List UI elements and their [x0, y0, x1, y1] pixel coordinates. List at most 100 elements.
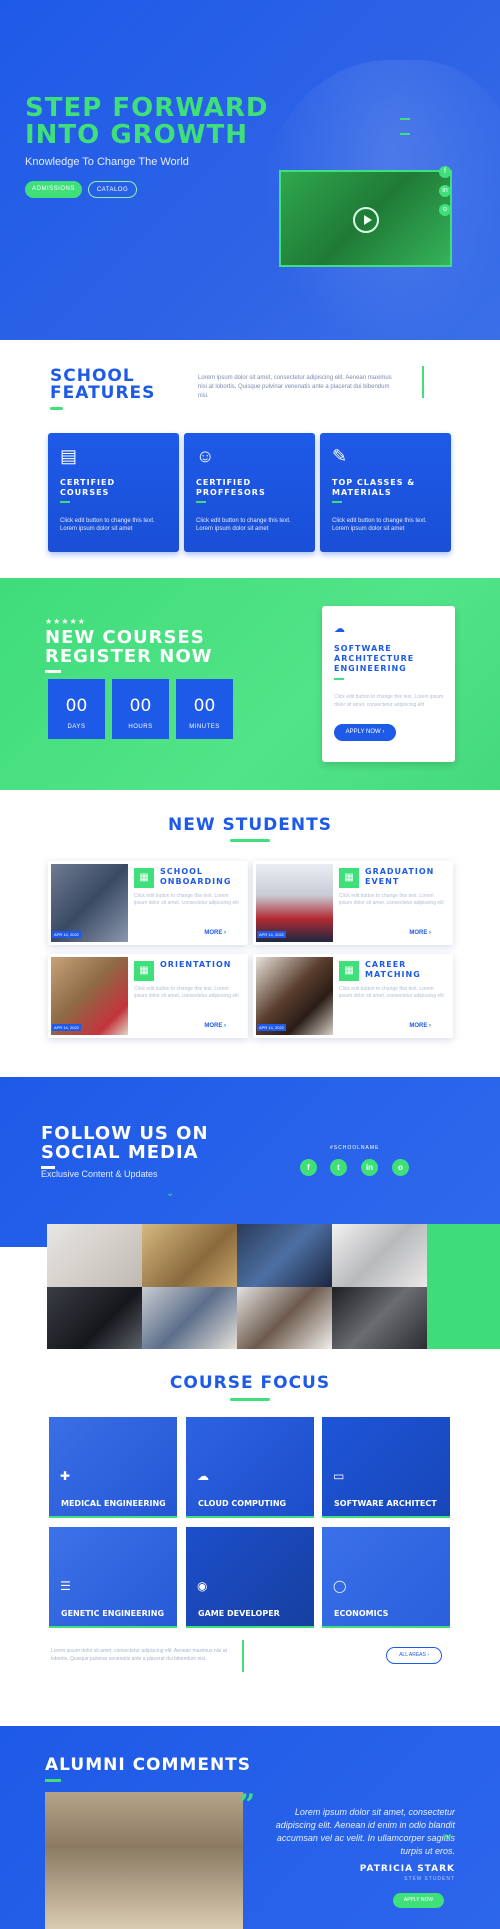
student-card-orientation[interactable]: APR 14, 2022 ▦ ORIENTATION Click edit bu… — [48, 954, 248, 1038]
play-icon[interactable] — [353, 207, 379, 233]
event-date: APR 14, 2022 — [52, 1024, 81, 1031]
countdown-label: HOURS — [128, 724, 153, 730]
course-focus-title: COURSE FOCUS — [169, 1373, 331, 1393]
photo-gallery — [47, 1224, 427, 1349]
focus-card-label: SOFTWARE ARCHITECT — [334, 1499, 437, 1508]
social-subtitle: Exclusive Content & Updates — [41, 1169, 158, 1179]
event-date: APR 14, 2022 — [257, 1024, 286, 1031]
gallery-photo[interactable] — [237, 1287, 332, 1349]
feature-card-title: CERTIFIED COURSES — [60, 478, 170, 498]
focus-card-accent — [49, 1516, 177, 1518]
calendar-icon: ▦ — [339, 961, 359, 981]
focus-card-medical-engineering[interactable]: ✚ MEDICAL ENGINEERING — [49, 1417, 177, 1518]
gallery-photo[interactable] — [142, 1287, 237, 1349]
countdown-label: DAYS — [67, 724, 86, 730]
course-card-title-line2: ARCHITECTURE — [334, 654, 415, 663]
student-card-title-line2: EVENT — [365, 877, 400, 886]
feature-card-certified-professors[interactable]: ☺ CERTIFIED PROFFESORS Click edit button … — [184, 433, 315, 552]
event-date: APR 14, 2022 — [257, 931, 286, 938]
feature-card-certified-courses[interactable]: ▤ CERTIFIED COURSES Click edit button to … — [48, 433, 179, 552]
feature-card-text: Click edit button to change this text. L… — [60, 518, 155, 532]
calendar-icon: ▦ — [339, 868, 359, 888]
more-link[interactable]: MORE › — [204, 930, 226, 936]
linkedin-icon[interactable]: in — [361, 1159, 378, 1176]
focus-card-cloud-computing[interactable]: ☁ CLOUD COMPUTING — [186, 1417, 314, 1518]
focus-card-label: CLOUD COMPUTING — [198, 1499, 287, 1508]
more-link[interactable]: MORE › — [409, 1023, 431, 1029]
gallery-photo[interactable] — [237, 1224, 332, 1287]
gallery-accent-block — [427, 1224, 500, 1349]
features-title-underline — [50, 407, 63, 410]
focus-card-label: GENETIC ENGINEERING — [61, 1609, 165, 1618]
plus-icon: ✚ — [60, 1469, 71, 1483]
hero-section: STEP FORWARD INTO GROWTH Knowledge To Ch… — [0, 0, 500, 340]
admissions-button[interactable]: ADMISSIONS — [25, 181, 82, 198]
focus-card-accent — [186, 1626, 314, 1628]
register-title-line1: NEW COURSES — [45, 627, 205, 648]
instagram-icon[interactable]: o — [439, 204, 451, 216]
hero-subtitle: Knowledge To Change The World — [25, 156, 189, 168]
chat-icon: ◯ — [333, 1579, 347, 1593]
chevron-down-icon[interactable]: ⌄ — [166, 1188, 174, 1199]
course-card-accent — [334, 678, 344, 680]
hero-title-line1: STEP FORWARD — [25, 93, 269, 123]
gallery-photo[interactable] — [142, 1224, 237, 1287]
course-card-title-line3: ENGINEERING — [334, 664, 407, 673]
alumni-section: ALUMNI COMMENTS ” Lorem ipsum dolor sit … — [0, 1726, 500, 1929]
more-link[interactable]: MORE › — [204, 1023, 226, 1029]
student-card-graduation[interactable]: APR 14, 2022 ▦ GRADUATION EVENT Click edi… — [253, 861, 453, 945]
feature-card-top-classes[interactable]: ✎ TOP CLASSES & MATERIALS Click edit butt… — [320, 433, 451, 552]
focus-card-genetic-engineering[interactable]: ☰ GENETIC ENGINEERING — [49, 1527, 177, 1628]
more-link[interactable]: MORE › — [409, 930, 431, 936]
hero-decor-dash — [400, 133, 410, 135]
gallery-photo[interactable] — [47, 1287, 142, 1349]
feature-card-accent — [332, 501, 342, 503]
alumni-photo — [45, 1792, 243, 1929]
feature-card-title: CERTIFIED PROFFESORS — [196, 478, 306, 498]
facebook-icon[interactable]: f — [439, 166, 451, 178]
feature-card-title-line2: MATERIALS — [332, 488, 392, 497]
alumni-role: STEM STUDENT — [404, 1876, 455, 1882]
alumni-apply-button[interactable]: APPLY NOW — [393, 1893, 444, 1908]
event-date: APR 14, 2022 — [52, 931, 81, 938]
student-card-onboarding[interactable]: APR 14, 2022 ▦ SCHOOL ONBOARDING Click ed… — [48, 861, 248, 945]
student-card-title-line2: MATCHING — [365, 970, 421, 979]
focus-card-economics[interactable]: ◯ ECONOMICS — [322, 1527, 450, 1628]
gallery-photo[interactable] — [47, 1224, 142, 1287]
apply-now-button[interactable]: APPLY NOW › — [334, 724, 396, 741]
alumni-name: PATRICIA STARK — [359, 1864, 455, 1874]
materials-icon: ✎ — [332, 446, 348, 466]
course-logo-icon: ☁ — [334, 623, 345, 635]
computer-icon: ▭ — [333, 1469, 345, 1483]
feature-card-title-line2: COURSES — [60, 488, 110, 497]
gallery-photo[interactable] — [332, 1287, 427, 1349]
hashtag-label: #SCHOOLNAME — [330, 1145, 380, 1151]
focus-card-label: MEDICAL ENGINEERING — [61, 1499, 166, 1508]
linkedin-icon[interactable]: in — [439, 185, 451, 197]
student-card-career[interactable]: APR 14, 2022 ▦ CAREER MATCHING Click edit… — [253, 954, 453, 1038]
quote-close-icon: “ — [442, 1831, 453, 1852]
instagram-icon[interactable]: o — [392, 1159, 409, 1176]
gallery-photo[interactable] — [332, 1224, 427, 1287]
feature-card-text: Click edit button to change this text. L… — [196, 518, 291, 532]
feature-card-title-line2: PROFFESORS — [196, 488, 266, 497]
focus-card-label: ECONOMICS — [334, 1609, 389, 1618]
catalog-button[interactable]: CATALOG — [88, 181, 137, 198]
social-title-line2: SOCIAL MEDIA — [41, 1142, 199, 1163]
twitter-icon[interactable]: t — [330, 1159, 347, 1176]
feature-card-title-line1: TOP CLASSES & — [332, 478, 416, 487]
register-section: ★★★★★ NEW COURSES REGISTER NOW 00 DAYS 00 H… — [0, 578, 500, 790]
facebook-icon[interactable]: f — [300, 1159, 317, 1176]
student-card-title-line1: SCHOOL — [160, 867, 204, 876]
hero-social-icons: f in o — [439, 166, 451, 223]
countdown-value: 00 — [129, 696, 152, 716]
video-thumbnail[interactable] — [279, 170, 452, 267]
all-areas-button[interactable]: ALL AREAS › — [386, 1647, 442, 1664]
countdown-value: 00 — [193, 696, 216, 716]
focus-card-software-architect[interactable]: ▭ SOFTWARE ARCHITECT — [322, 1417, 450, 1518]
focus-card-game-developer[interactable]: ◉ GAME DEVELOPER — [186, 1527, 314, 1628]
feature-card-title-line1: CERTIFIED — [60, 478, 116, 487]
student-card-text: Click edit button to change this text. L… — [134, 893, 239, 906]
register-title-underline — [45, 670, 61, 673]
register-title-line2: REGISTER NOW — [45, 646, 213, 667]
